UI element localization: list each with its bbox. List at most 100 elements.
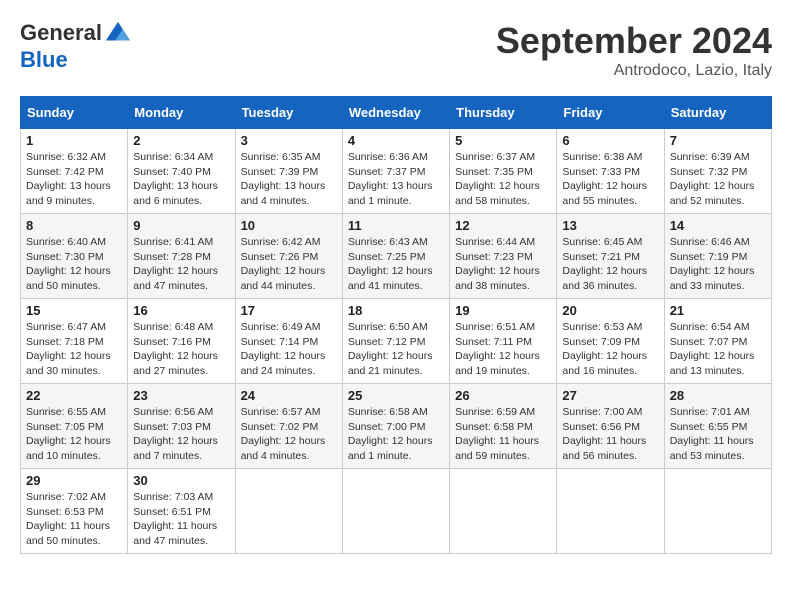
day-cell: 25 Sunrise: 6:58 AMSunset: 7:00 PMDayligh…: [342, 384, 449, 469]
day-cell: 14Sunrise: 6:46 AMSunset: 7:19 PMDayligh…: [664, 214, 771, 299]
day-info: Sunrise: 6:55 AMSunset: 7:05 PMDaylight:…: [26, 405, 122, 464]
header-row: SundayMondayTuesdayWednesdayThursdayFrid…: [21, 97, 772, 129]
day-number: 28: [670, 388, 766, 403]
day-number: 18: [348, 303, 444, 318]
day-info: Sunrise: 6:46 AMSunset: 7:19 PMDaylight:…: [670, 235, 766, 294]
day-cell: 5 Sunrise: 6:37 AMSunset: 7:35 PMDaylight…: [450, 129, 557, 214]
day-cell: 22 Sunrise: 6:55 AMSunset: 7:05 PMDayligh…: [21, 384, 128, 469]
day-number: 2: [133, 133, 229, 148]
logo: General Blue: [20, 20, 132, 72]
day-info: Sunrise: 6:59 AMSunset: 6:58 PMDaylight:…: [455, 405, 551, 464]
header-friday: Friday: [557, 97, 664, 129]
day-number: 10: [241, 218, 337, 233]
day-info: Sunrise: 6:34 AMSunset: 7:40 PMDaylight:…: [133, 150, 229, 209]
day-info: Sunrise: 7:01 AMSunset: 6:55 PMDaylight:…: [670, 405, 766, 464]
day-cell: 7 Sunrise: 6:39 AMSunset: 7:32 PMDaylight…: [664, 129, 771, 214]
day-number: 17: [241, 303, 337, 318]
day-number: 7: [670, 133, 766, 148]
week-row-4: 22 Sunrise: 6:55 AMSunset: 7:05 PMDayligh…: [21, 384, 772, 469]
location: Antrodoco, Lazio, Italy: [496, 62, 772, 80]
day-info: Sunrise: 6:40 AMSunset: 7:30 PMDaylight:…: [26, 235, 122, 294]
day-number: 5: [455, 133, 551, 148]
header-monday: Monday: [128, 97, 235, 129]
day-info: Sunrise: 6:44 AMSunset: 7:23 PMDaylight:…: [455, 235, 551, 294]
header-sunday: Sunday: [21, 97, 128, 129]
day-cell: 15Sunrise: 6:47 AMSunset: 7:18 PMDayligh…: [21, 299, 128, 384]
day-cell: 1Sunrise: 6:32 AMSunset: 7:42 PMDaylight…: [21, 129, 128, 214]
day-cell: 18 Sunrise: 6:50 AMSunset: 7:12 PMDayligh…: [342, 299, 449, 384]
day-number: 15: [26, 303, 122, 318]
logo-icon: [104, 20, 132, 48]
day-info: Sunrise: 6:54 AMSunset: 7:07 PMDaylight:…: [670, 320, 766, 379]
day-cell: 9 Sunrise: 6:41 AMSunset: 7:28 PMDaylight…: [128, 214, 235, 299]
day-info: Sunrise: 6:58 AMSunset: 7:00 PMDaylight:…: [348, 405, 444, 464]
day-info: Sunrise: 6:57 AMSunset: 7:02 PMDaylight:…: [241, 405, 337, 464]
day-info: Sunrise: 6:56 AMSunset: 7:03 PMDaylight:…: [133, 405, 229, 464]
day-number: 22: [26, 388, 122, 403]
week-row-3: 15Sunrise: 6:47 AMSunset: 7:18 PMDayligh…: [21, 299, 772, 384]
day-cell: 8 Sunrise: 6:40 AMSunset: 7:30 PMDaylight…: [21, 214, 128, 299]
day-cell: [342, 469, 449, 554]
day-cell: [450, 469, 557, 554]
day-info: Sunrise: 6:50 AMSunset: 7:12 PMDaylight:…: [348, 320, 444, 379]
day-cell: 16Sunrise: 6:48 AMSunset: 7:16 PMDayligh…: [128, 299, 235, 384]
day-number: 23: [133, 388, 229, 403]
day-info: Sunrise: 6:43 AMSunset: 7:25 PMDaylight:…: [348, 235, 444, 294]
day-number: 12: [455, 218, 551, 233]
page-header: General Blue September 2024 Antrodoco, L…: [20, 20, 772, 80]
day-number: 1: [26, 133, 122, 148]
day-cell: 30 Sunrise: 7:03 AMSunset: 6:51 PMDayligh…: [128, 469, 235, 554]
day-cell: 13 Sunrise: 6:45 AMSunset: 7:21 PMDayligh…: [557, 214, 664, 299]
day-cell: 27 Sunrise: 7:00 AMSunset: 6:56 PMDayligh…: [557, 384, 664, 469]
day-cell: 21 Sunrise: 6:54 AMSunset: 7:07 PMDayligh…: [664, 299, 771, 384]
day-number: 21: [670, 303, 766, 318]
day-cell: [235, 469, 342, 554]
day-number: 19: [455, 303, 551, 318]
day-info: Sunrise: 6:38 AMSunset: 7:33 PMDaylight:…: [562, 150, 658, 209]
day-number: 24: [241, 388, 337, 403]
month-title: September 2024: [496, 20, 772, 62]
header-thursday: Thursday: [450, 97, 557, 129]
day-info: Sunrise: 6:45 AMSunset: 7:21 PMDaylight:…: [562, 235, 658, 294]
day-number: 20: [562, 303, 658, 318]
day-cell: 6 Sunrise: 6:38 AMSunset: 7:33 PMDaylight…: [557, 129, 664, 214]
day-number: 27: [562, 388, 658, 403]
day-cell: 24 Sunrise: 6:57 AMSunset: 7:02 PMDayligh…: [235, 384, 342, 469]
day-number: 6: [562, 133, 658, 148]
day-info: Sunrise: 7:02 AMSunset: 6:53 PMDaylight:…: [26, 490, 122, 549]
day-info: Sunrise: 6:39 AMSunset: 7:32 PMDaylight:…: [670, 150, 766, 209]
header-tuesday: Tuesday: [235, 97, 342, 129]
day-info: Sunrise: 6:51 AMSunset: 7:11 PMDaylight:…: [455, 320, 551, 379]
week-row-2: 8 Sunrise: 6:40 AMSunset: 7:30 PMDaylight…: [21, 214, 772, 299]
day-cell: 12 Sunrise: 6:44 AMSunset: 7:23 PMDayligh…: [450, 214, 557, 299]
calendar-header: SundayMondayTuesdayWednesdayThursdayFrid…: [21, 97, 772, 129]
day-number: 25: [348, 388, 444, 403]
logo-general-text: General: [20, 20, 102, 45]
day-number: 30: [133, 473, 229, 488]
day-info: Sunrise: 6:48 AMSunset: 7:16 PMDaylight:…: [133, 320, 229, 379]
day-cell: 11 Sunrise: 6:43 AMSunset: 7:25 PMDayligh…: [342, 214, 449, 299]
day-number: 8: [26, 218, 122, 233]
day-cell: [557, 469, 664, 554]
day-cell: 28 Sunrise: 7:01 AMSunset: 6:55 PMDayligh…: [664, 384, 771, 469]
day-info: Sunrise: 6:35 AMSunset: 7:39 PMDaylight:…: [241, 150, 337, 209]
day-info: Sunrise: 7:00 AMSunset: 6:56 PMDaylight:…: [562, 405, 658, 464]
day-cell: [664, 469, 771, 554]
day-cell: 23 Sunrise: 6:56 AMSunset: 7:03 PMDayligh…: [128, 384, 235, 469]
day-number: 9: [133, 218, 229, 233]
day-number: 11: [348, 218, 444, 233]
week-row-5: 29Sunrise: 7:02 AMSunset: 6:53 PMDayligh…: [21, 469, 772, 554]
day-info: Sunrise: 6:41 AMSunset: 7:28 PMDaylight:…: [133, 235, 229, 294]
day-info: Sunrise: 6:37 AMSunset: 7:35 PMDaylight:…: [455, 150, 551, 209]
day-number: 13: [562, 218, 658, 233]
header-saturday: Saturday: [664, 97, 771, 129]
day-cell: 10 Sunrise: 6:42 AMSunset: 7:26 PMDayligh…: [235, 214, 342, 299]
day-cell: 19 Sunrise: 6:51 AMSunset: 7:11 PMDayligh…: [450, 299, 557, 384]
day-info: Sunrise: 6:42 AMSunset: 7:26 PMDaylight:…: [241, 235, 337, 294]
day-cell: 4 Sunrise: 6:36 AMSunset: 7:37 PMDaylight…: [342, 129, 449, 214]
day-info: Sunrise: 6:36 AMSunset: 7:37 PMDaylight:…: [348, 150, 444, 209]
day-number: 4: [348, 133, 444, 148]
day-info: Sunrise: 6:49 AMSunset: 7:14 PMDaylight:…: [241, 320, 337, 379]
calendar-body: 1Sunrise: 6:32 AMSunset: 7:42 PMDaylight…: [21, 129, 772, 554]
day-info: Sunrise: 7:03 AMSunset: 6:51 PMDaylight:…: [133, 490, 229, 549]
